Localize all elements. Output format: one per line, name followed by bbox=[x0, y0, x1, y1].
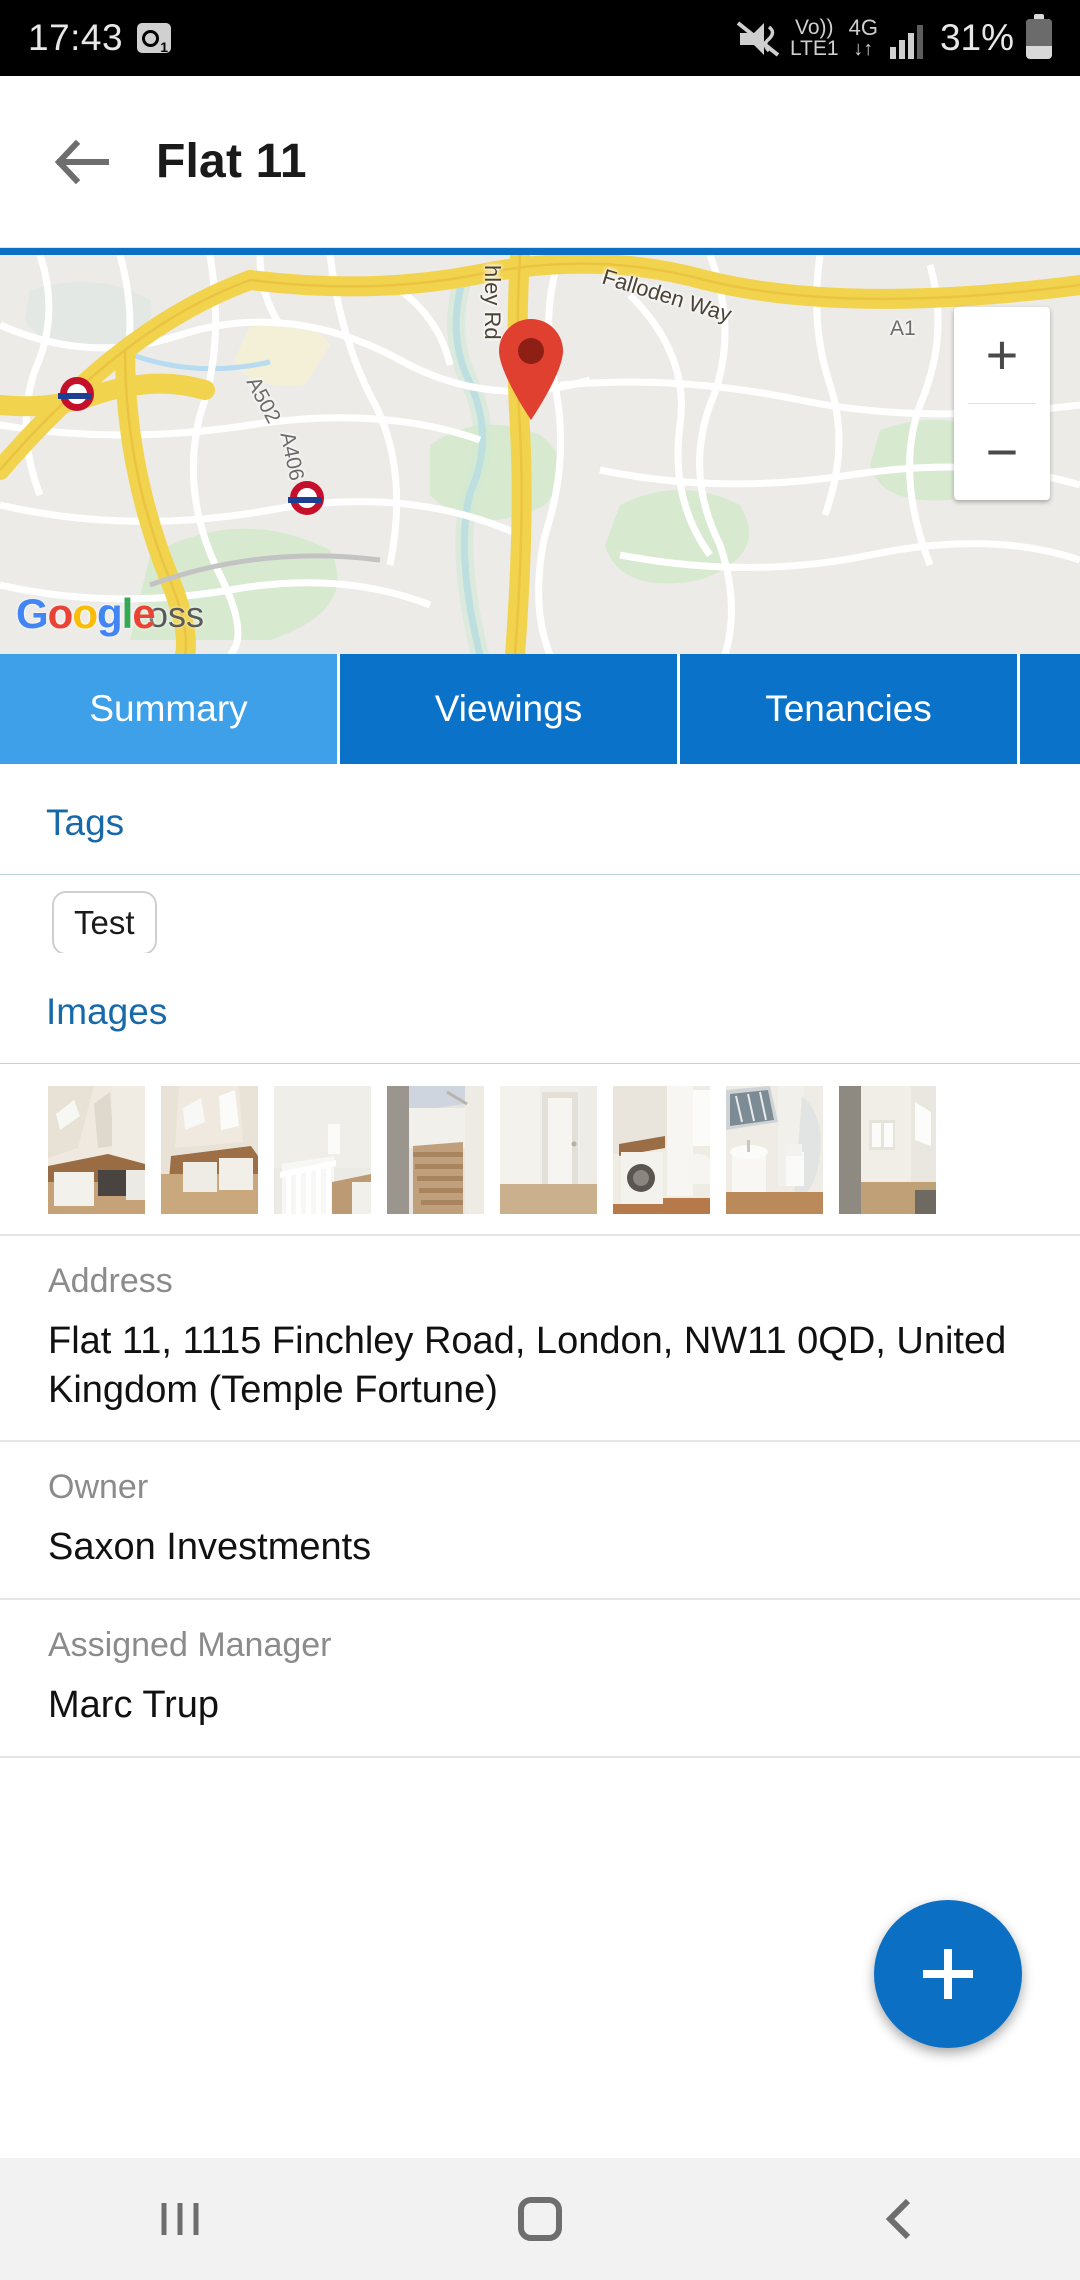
image-thumbnail[interactable] bbox=[726, 1086, 823, 1214]
recents-button[interactable] bbox=[105, 2158, 255, 2280]
tag-chip[interactable]: Test bbox=[52, 891, 157, 953]
field-label: Assigned Manager bbox=[48, 1625, 332, 1664]
status-bar-right: Vo)) LTE1 4G ↓↑ 31% bbox=[736, 14, 1052, 60]
image-thumbnail[interactable] bbox=[387, 1086, 484, 1214]
tags-heading: Tags bbox=[46, 802, 125, 843]
images-heading: Images bbox=[46, 991, 168, 1032]
map-pin-icon[interactable] bbox=[495, 317, 567, 426]
nav-back-button[interactable] bbox=[825, 2158, 975, 2280]
volte-line2: LTE1 bbox=[789, 37, 839, 60]
phone-screen: 17:43 Vo)) LTE1 4G ↓↑ 31% bbox=[0, 0, 1080, 2280]
system-nav-bar bbox=[0, 2158, 1080, 2280]
image-thumbnail[interactable] bbox=[839, 1086, 936, 1214]
tab-bar: Summary Viewings Tenancies bbox=[0, 654, 1080, 764]
summary-content: Tags Test Images Address Flat 11, 1115 F… bbox=[0, 764, 1080, 1758]
status-bar: 17:43 Vo)) LTE1 4G ↓↑ 31% bbox=[0, 0, 1080, 76]
tab-label: Viewings bbox=[434, 688, 583, 729]
field-value: Flat 11, 1115 Finchley Road, London, NW1… bbox=[48, 1320, 1007, 1411]
tab-label: Tenancies bbox=[765, 688, 932, 729]
map-zoom-controls: + − bbox=[954, 307, 1050, 500]
field-owner: Owner Saxon Investments bbox=[0, 1442, 1080, 1598]
back-arrow-icon bbox=[54, 139, 109, 184]
image-thumbnail-strip[interactable] bbox=[0, 1064, 1080, 1234]
image-thumbnail[interactable] bbox=[274, 1086, 371, 1214]
tube-station-icon bbox=[58, 377, 94, 411]
zoom-in-button[interactable]: + bbox=[954, 307, 1050, 403]
tab-next[interactable] bbox=[1020, 654, 1080, 764]
tube-station-icon bbox=[288, 481, 324, 515]
field-assigned-manager: Assigned Manager Marc Trup bbox=[0, 1600, 1080, 1756]
field-value: Saxon Investments bbox=[48, 1526, 372, 1569]
home-icon bbox=[518, 2197, 562, 2241]
network-type-label: 4G bbox=[848, 15, 878, 40]
home-button[interactable] bbox=[465, 2158, 615, 2280]
zoom-out-button[interactable]: − bbox=[954, 404, 1050, 500]
vibrate-mute-icon bbox=[736, 21, 780, 57]
tags-list: Test bbox=[0, 875, 1080, 953]
back-button[interactable] bbox=[30, 110, 134, 214]
nav-back-icon bbox=[885, 2198, 911, 2240]
battery-icon bbox=[1026, 14, 1052, 59]
google-logo: Google bbox=[16, 590, 156, 637]
plus-icon bbox=[923, 1949, 973, 1999]
status-bar-left: 17:43 bbox=[28, 17, 172, 59]
status-clock: 17:43 bbox=[28, 17, 124, 58]
image-thumbnail[interactable] bbox=[48, 1086, 145, 1214]
tab-viewings[interactable]: Viewings bbox=[340, 654, 680, 764]
field-value: Marc Trup bbox=[48, 1683, 220, 1726]
image-thumbnail[interactable] bbox=[613, 1086, 710, 1214]
field-label: Address bbox=[48, 1262, 173, 1300]
field-divider bbox=[0, 1755, 1080, 1758]
tab-summary[interactable]: Summary bbox=[0, 654, 340, 764]
field-label: Owner bbox=[48, 1468, 149, 1507]
property-map[interactable]: Falloden Way hley Rd A1 A502 A406 Google… bbox=[0, 248, 1080, 654]
image-thumbnail[interactable] bbox=[500, 1086, 597, 1214]
image-thumbnail[interactable] bbox=[161, 1086, 258, 1214]
tab-label: Summary bbox=[89, 688, 248, 729]
map-road-label: A1 bbox=[890, 317, 916, 340]
field-address: Address Flat 11, 1115 Finchley Road, Lon… bbox=[0, 1236, 1080, 1440]
signal-bars-icon bbox=[889, 25, 923, 59]
add-button[interactable] bbox=[874, 1900, 1022, 2048]
recents-icon bbox=[161, 2203, 199, 2235]
data-arrows-icon: ↓↑ bbox=[853, 38, 874, 60]
volte-line1: Vo)) bbox=[795, 16, 834, 39]
map-place-label: oss bbox=[148, 594, 205, 635]
camera-badge-icon bbox=[137, 23, 172, 54]
page-title: Flat 11 bbox=[156, 135, 307, 188]
network-type-indicator: 4G ↓↑ bbox=[848, 15, 878, 60]
app-bar: Flat 11 bbox=[0, 76, 1080, 248]
tab-tenancies[interactable]: Tenancies bbox=[680, 654, 1020, 764]
battery-percent-label: 31% bbox=[939, 17, 1014, 58]
volte-icon: Vo)) LTE1 bbox=[790, 17, 839, 59]
